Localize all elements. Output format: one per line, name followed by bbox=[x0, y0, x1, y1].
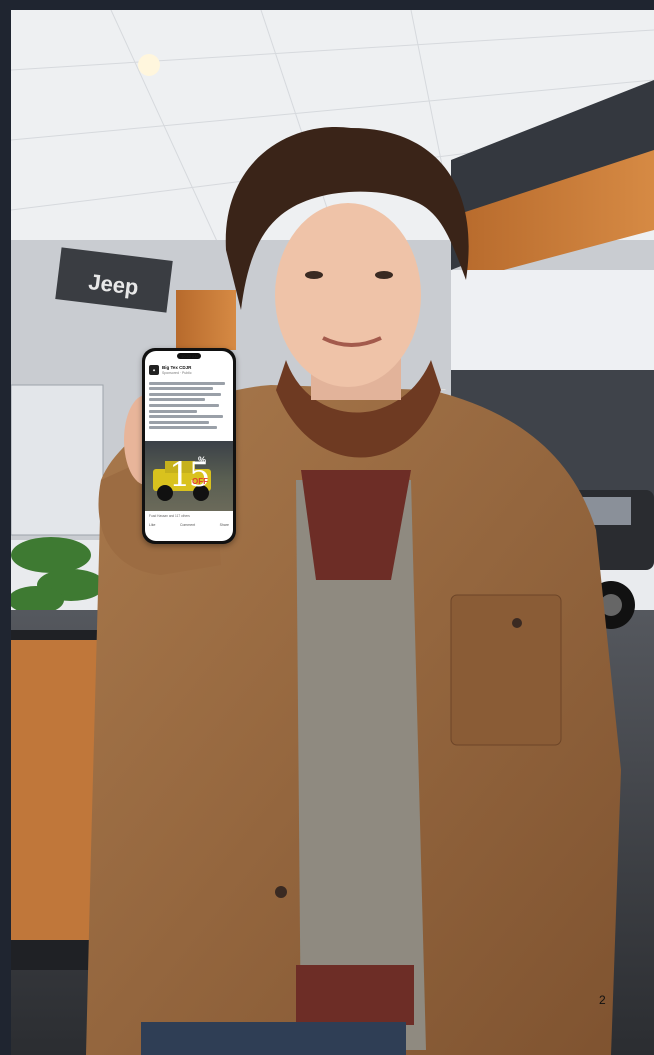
ceiling-light bbox=[138, 54, 160, 76]
page-avatar: ◆ bbox=[149, 365, 159, 375]
share-button: Share bbox=[219, 523, 229, 527]
wood-panel-left bbox=[176, 290, 236, 350]
post-actions: Like Comment Share bbox=[149, 523, 229, 527]
offer-word: OFF bbox=[192, 477, 208, 486]
phone-time: 10:42 AM bbox=[181, 354, 198, 359]
desk-wood bbox=[11, 640, 99, 940]
page-number: 2 bbox=[599, 993, 606, 1007]
window bbox=[11, 384, 104, 536]
phone: 10:42 AM ◆ Big Tex CDJR Sponsored · Publ… bbox=[142, 348, 236, 544]
post-image: 15 % OFF bbox=[145, 441, 233, 511]
post-reactions: Fuad Hassan and 117 others bbox=[149, 514, 190, 518]
post-header: ◆ Big Tex CDJR Sponsored · Public bbox=[149, 365, 229, 377]
post-text bbox=[149, 379, 229, 439]
showroom-photo: Jeep 75 bbox=[11, 10, 654, 1055]
offer-percent: % bbox=[198, 455, 207, 465]
like-button: Like bbox=[149, 523, 156, 527]
post-meta: Sponsored · Public bbox=[162, 371, 192, 375]
photo: Jeep 75 bbox=[11, 10, 654, 1055]
page-frame: Jeep 75 bbox=[0, 0, 654, 1055]
phone-screen: 10:42 AM ◆ Big Tex CDJR Sponsored · Publ… bbox=[145, 351, 233, 541]
plant bbox=[11, 537, 105, 614]
post-author: Big Tex CDJR bbox=[162, 365, 192, 370]
comment-button: Comment bbox=[179, 523, 196, 527]
